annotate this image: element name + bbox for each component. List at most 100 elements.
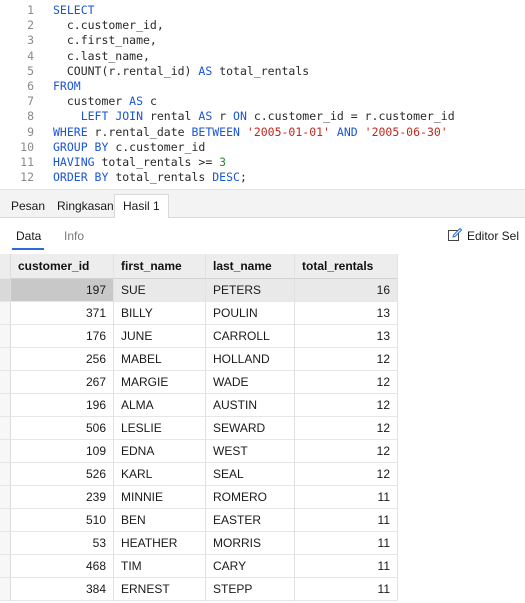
cell-total-rentals[interactable]: 11 [295, 555, 398, 578]
cell-total-rentals[interactable]: 12 [295, 371, 398, 394]
cell-last-name[interactable]: WEST [206, 440, 295, 463]
table-row[interactable]: 239 MINNIE ROMERO 11 [0, 486, 398, 509]
cell-total-rentals[interactable]: 11 [295, 509, 398, 532]
code-line[interactable]: 4 c.last_name, [0, 49, 525, 64]
cell-customer-id[interactable]: 468 [11, 555, 114, 578]
cell-first-name[interactable]: EDNA [114, 440, 206, 463]
cell-customer-id[interactable]: 267 [11, 371, 114, 394]
cell-last-name[interactable]: WADE [206, 371, 295, 394]
table-row[interactable]: 176 JUNE CARROLL 13 [0, 325, 398, 348]
row-selector[interactable] [0, 532, 11, 555]
code-line[interactable]: 2 c.customer_id, [0, 18, 525, 33]
cell-total-rentals[interactable]: 12 [295, 463, 398, 486]
cell-first-name[interactable]: MABEL [114, 348, 206, 371]
table-row[interactable]: 267 MARGIE WADE 12 [0, 371, 398, 394]
cell-customer-id[interactable]: 239 [11, 486, 114, 509]
cell-total-rentals[interactable]: 13 [295, 302, 398, 325]
code-line[interactable]: 6 FROM [0, 79, 525, 94]
row-selector[interactable] [0, 371, 11, 394]
tab-hasil-1[interactable]: Hasil 1 [114, 194, 169, 219]
column-header-last-name[interactable]: last_name [206, 254, 295, 279]
cell-first-name[interactable]: ALMA [114, 394, 206, 417]
row-selector[interactable] [0, 279, 11, 302]
cell-editor-button[interactable]: Editor Sel [447, 227, 519, 245]
cell-last-name[interactable]: CARROLL [206, 325, 295, 348]
code-line[interactable]: 11 HAVING total_rentals >= 3 [0, 155, 525, 170]
cell-last-name[interactable]: SEAL [206, 463, 295, 486]
code-line[interactable]: 8 LEFT JOIN rental AS r ON c.customer_id… [0, 109, 525, 124]
cell-customer-id[interactable]: 109 [11, 440, 114, 463]
cell-first-name[interactable]: ERNEST [114, 578, 206, 601]
sql-editor[interactable]: 1 SELECT 2 c.customer_id, 3 c.first_name, 4 … [0, 0, 525, 190]
cell-first-name[interactable]: LESLIE [114, 417, 206, 440]
cell-first-name[interactable]: TIM [114, 555, 206, 578]
column-header-total-rentals[interactable]: total_rentals [295, 254, 398, 279]
row-selector[interactable] [0, 417, 11, 440]
table-row[interactable]: 197 SUE PETERS 16 [0, 279, 398, 302]
table-row[interactable]: 384 ERNEST STEPP 11 [0, 578, 398, 601]
row-selector[interactable] [0, 486, 11, 509]
cell-last-name[interactable]: MORRIS [206, 532, 295, 555]
cell-last-name[interactable]: ROMERO [206, 486, 295, 509]
result-grid[interactable]: customer_id first_name last_name total_r… [0, 254, 525, 603]
table-row[interactable]: 526 KARL SEAL 12 [0, 463, 398, 486]
cell-total-rentals[interactable]: 12 [295, 417, 398, 440]
cell-last-name[interactable]: AUSTIN [206, 394, 295, 417]
column-header-first-name[interactable]: first_name [114, 254, 206, 279]
cell-total-rentals[interactable]: 12 [295, 348, 398, 371]
cell-customer-id[interactable]: 384 [11, 578, 114, 601]
column-header-customer-id[interactable]: customer_id [11, 254, 114, 279]
cell-first-name[interactable]: HEATHER [114, 532, 206, 555]
cell-customer-id[interactable]: 510 [11, 509, 114, 532]
cell-first-name[interactable]: BILLY [114, 302, 206, 325]
table-row[interactable]: 371 BILLY POULIN 13 [0, 302, 398, 325]
tab-ringkasan[interactable]: Ringkasan [48, 194, 123, 218]
row-selector[interactable] [0, 302, 11, 325]
cell-total-rentals[interactable]: 12 [295, 394, 398, 417]
row-selector[interactable] [0, 348, 11, 371]
subtab-info[interactable]: Info [64, 229, 84, 243]
table-row[interactable]: 256 MABEL HOLLAND 12 [0, 348, 398, 371]
table-row[interactable]: 196 ALMA AUSTIN 12 [0, 394, 398, 417]
cell-first-name[interactable]: MARGIE [114, 371, 206, 394]
code-line[interactable]: 10 GROUP BY c.customer_id [0, 140, 525, 155]
cell-first-name[interactable]: SUE [114, 279, 206, 302]
code-line[interactable]: 1 SELECT [0, 3, 525, 18]
cell-customer-id[interactable]: 197 [11, 279, 114, 302]
cell-last-name[interactable]: CARY [206, 555, 295, 578]
cell-total-rentals[interactable]: 13 [295, 325, 398, 348]
table-row[interactable]: 468 TIM CARY 11 [0, 555, 398, 578]
row-selector[interactable] [0, 440, 11, 463]
table-row[interactable]: 53 HEATHER MORRIS 11 [0, 532, 398, 555]
cell-customer-id[interactable]: 371 [11, 302, 114, 325]
table-row[interactable]: 109 EDNA WEST 12 [0, 440, 398, 463]
cell-first-name[interactable]: KARL [114, 463, 206, 486]
cell-last-name[interactable]: STEPP [206, 578, 295, 601]
row-selector[interactable] [0, 325, 11, 348]
cell-last-name[interactable]: SEWARD [206, 417, 295, 440]
code-line[interactable]: 5 COUNT(r.rental_id) AS total_rentals [0, 64, 525, 79]
row-selector[interactable] [0, 578, 11, 601]
cell-customer-id[interactable]: 53 [11, 532, 114, 555]
cell-last-name[interactable]: HOLLAND [206, 348, 295, 371]
cell-customer-id[interactable]: 256 [11, 348, 114, 371]
row-selector[interactable] [0, 509, 11, 532]
cell-last-name[interactable]: EASTER [206, 509, 295, 532]
cell-customer-id[interactable]: 526 [11, 463, 114, 486]
row-selector[interactable] [0, 394, 11, 417]
cell-total-rentals[interactable]: 12 [295, 440, 398, 463]
cell-customer-id[interactable]: 196 [11, 394, 114, 417]
cell-total-rentals[interactable]: 11 [295, 532, 398, 555]
cell-first-name[interactable]: BEN [114, 509, 206, 532]
cell-total-rentals[interactable]: 16 [295, 279, 398, 302]
cell-first-name[interactable]: MINNIE [114, 486, 206, 509]
cell-total-rentals[interactable]: 11 [295, 578, 398, 601]
cell-first-name[interactable]: JUNE [114, 325, 206, 348]
subtab-data[interactable]: Data [16, 229, 41, 243]
cell-last-name[interactable]: POULIN [206, 302, 295, 325]
code-line[interactable]: 3 c.first_name, [0, 33, 525, 48]
code-line[interactable]: 7 customer AS c [0, 94, 525, 109]
row-selector[interactable] [0, 463, 11, 486]
cell-customer-id[interactable]: 506 [11, 417, 114, 440]
table-row[interactable]: 506 LESLIE SEWARD 12 [0, 417, 398, 440]
